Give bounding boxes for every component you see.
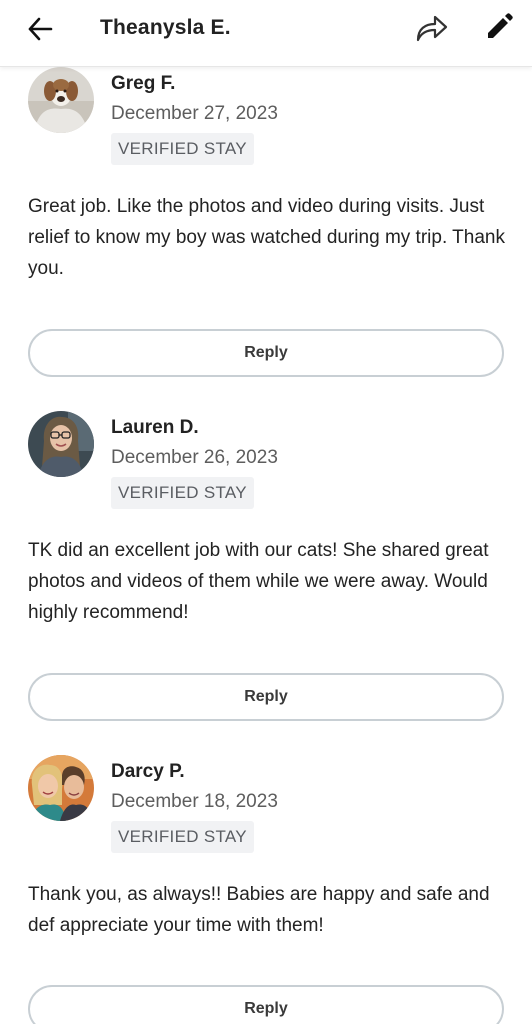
reviewer-name[interactable]: Greg F.: [111, 73, 175, 95]
pencil-icon: [488, 13, 513, 38]
share-button[interactable]: [414, 10, 450, 46]
woman-photo: [28, 411, 94, 477]
review-text: TK did an excellent job with our cats! S…: [28, 540, 489, 623]
verified-stay-badge: VERIFIED STAY: [111, 133, 254, 165]
reviews-page: Greg F. December 27, 2023 VERIFIED STAY …: [0, 0, 532, 1024]
review-date: December 27, 2023: [111, 103, 278, 124]
avatar[interactable]: [28, 755, 94, 821]
reply-button[interactable]: Reply: [28, 985, 504, 1024]
review-date: December 18, 2023: [111, 791, 278, 812]
avatar[interactable]: [28, 411, 94, 477]
back-button[interactable]: [24, 13, 56, 45]
page-title: Theanysla E.: [100, 16, 231, 39]
review-date: December 26, 2023: [111, 447, 278, 468]
verified-stay-badge: VERIFIED STAY: [111, 477, 254, 509]
reply-button[interactable]: Reply: [28, 329, 504, 377]
review-text: Great job. Like the photos and video dur…: [28, 196, 505, 279]
edit-button[interactable]: [482, 10, 516, 44]
arrow-left-icon: [28, 17, 53, 41]
verified-stay-badge: VERIFIED STAY: [111, 821, 254, 853]
couple-photo: [28, 755, 94, 821]
reviewer-name[interactable]: Darcy P.: [111, 761, 185, 783]
avatar[interactable]: [28, 67, 94, 133]
reply-button[interactable]: Reply: [28, 673, 504, 721]
reviewer-name[interactable]: Lauren D.: [111, 417, 199, 439]
top-app-bar: Theanysla E.: [0, 0, 532, 67]
dog-photo: [28, 67, 94, 133]
review-text: Thank you, as always!! Babies are happy …: [28, 884, 490, 936]
share-icon: [416, 15, 448, 42]
